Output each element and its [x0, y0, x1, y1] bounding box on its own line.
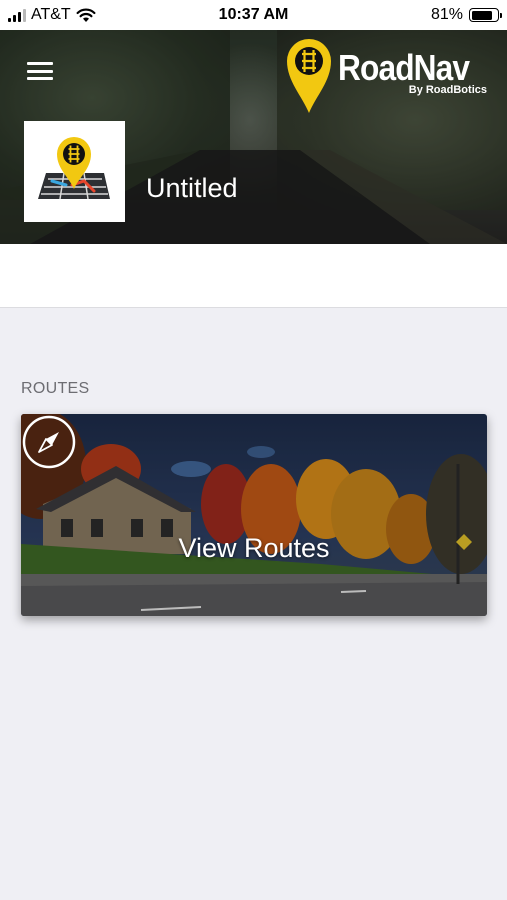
- brand-name: RoadNav: [337, 47, 470, 88]
- roadnav-pin-logo: [286, 39, 331, 113]
- menu-icon-bar: [27, 77, 53, 80]
- card-overlay: [21, 414, 487, 616]
- view-routes-card[interactable]: View Routes: [21, 414, 487, 616]
- view-routes-label: View Routes: [178, 533, 330, 563]
- battery-icon: [469, 8, 502, 22]
- status-right: 81%: [430, 6, 502, 24]
- menu-icon-bar: [27, 69, 53, 73]
- compass-icon: [22, 415, 76, 469]
- menu-icon-bar: [27, 62, 53, 65]
- header-spacer: [0, 244, 507, 308]
- header-banner: RoadNav By RoadBotics Untitled: [0, 30, 507, 244]
- project-thumbnail[interactable]: [24, 121, 125, 222]
- status-bar: AT&T 10:37 AM 81%: [0, 0, 507, 30]
- project-map-icon: [38, 137, 110, 200]
- battery-percent: 81%: [430, 6, 463, 23]
- routes-section-heading: ROUTES: [21, 380, 90, 397]
- menu-button[interactable]: [22, 58, 58, 84]
- battery-fill: [471, 10, 492, 20]
- brand-logo: RoadNav By RoadBotics: [284, 36, 487, 114]
- brand-wordmark: RoadNav By RoadBotics: [337, 47, 487, 97]
- project-title: Untitled: [146, 173, 238, 203]
